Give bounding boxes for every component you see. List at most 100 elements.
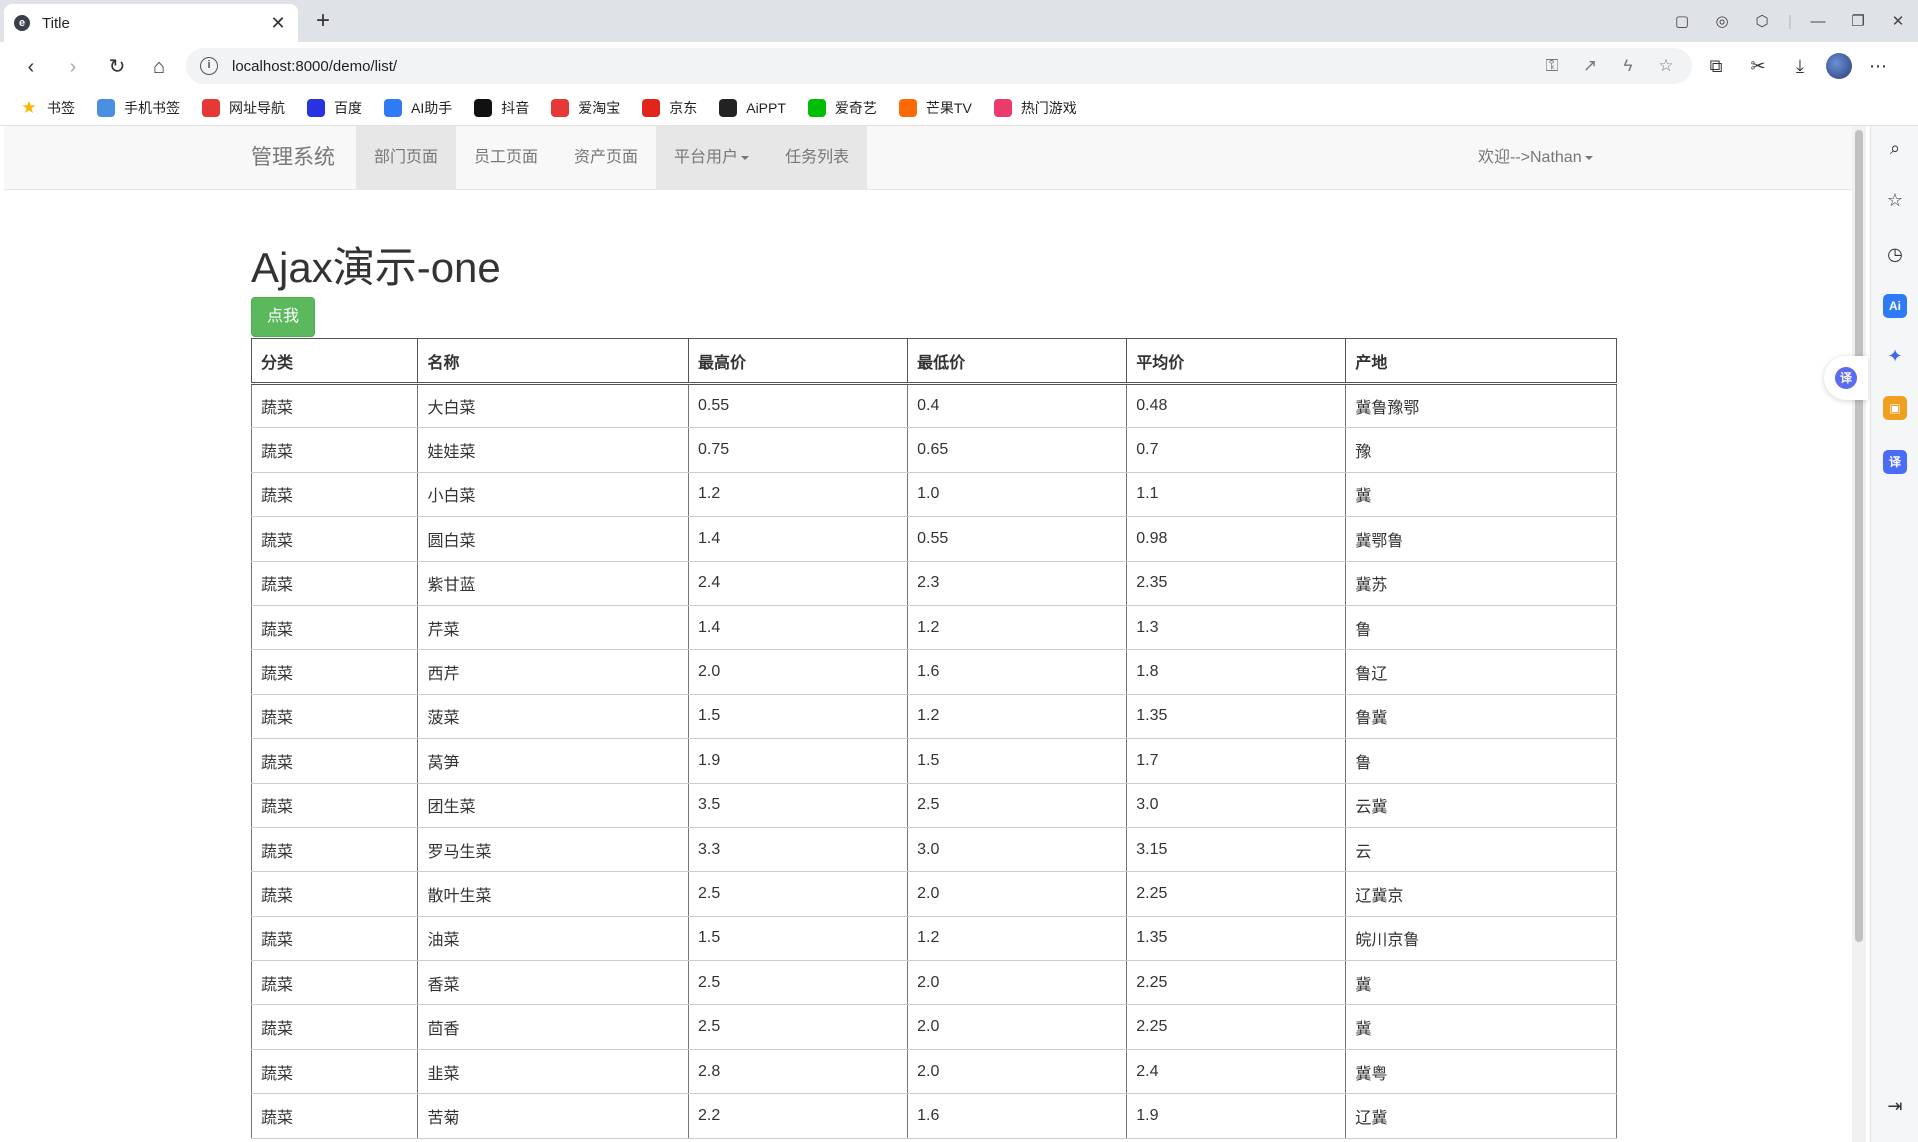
nav-tasks[interactable]: 任务列表: [767, 126, 868, 190]
window-controls: ▢ ◎ ⬡ | — ❐ ✕: [1662, 0, 1918, 42]
table-cell: 1.5: [688, 915, 909, 962]
lightning-icon[interactable]: ϟ: [1616, 56, 1640, 76]
page-viewport: 管理系统 部门页面 员工页面 资产页面 平台用户 任务列表 欢迎-->Natha…: [4, 126, 1852, 1142]
table-row: 蔬菜 油菜 1.5 1.2 1.35 皖川京鲁: [250, 915, 1617, 962]
table-cell: 2.5: [688, 871, 909, 917]
user-greeting: 欢迎-->Nathan: [1478, 149, 1582, 166]
table-row: 蔬菜 苦菊 2.2 1.6 1.9 辽冀: [250, 1093, 1617, 1139]
table-cell: 蔬菜: [250, 871, 419, 917]
history-icon[interactable]: ◷: [1883, 242, 1907, 266]
table-cell: 菠菜: [417, 693, 690, 740]
user-menu[interactable]: 欢迎-->Nathan: [1478, 126, 1593, 190]
table-cell: 蔬菜: [250, 382, 419, 429]
screenshot-icon[interactable]: ✂: [1742, 50, 1774, 82]
bookmark-item[interactable]: 热门游戏: [993, 98, 1077, 118]
bookmark-label: AiPPT: [746, 99, 786, 116]
close-window-button[interactable]: ✕: [1878, 12, 1918, 30]
minimize-button[interactable]: —: [1798, 13, 1838, 30]
table-cell: 蔬菜: [250, 738, 419, 784]
tab-actions-icon[interactable]: ▢: [1662, 12, 1702, 30]
tab-title: Title: [42, 14, 70, 32]
bookmark-label: 抖音: [501, 99, 530, 116]
bookmarks-bar: ★ 书签 手机书签 网址导航 百度 AI助手 抖音 爱淘宝 京东 AiPPT 爱奇艺 芒果TV 热门游戏: [0, 90, 1918, 126]
nav-departments[interactable]: 部门页面: [356, 126, 457, 190]
new-tab-button[interactable]: +: [310, 7, 336, 35]
baidu-icon: [307, 98, 325, 117]
bookmark-item[interactable]: 百度: [307, 98, 362, 118]
table-cell: 蔬菜: [250, 427, 419, 473]
bookmark-label: 爱奇艺: [834, 99, 877, 116]
close-tab-icon[interactable]: ✕: [268, 13, 288, 34]
bookmark-item[interactable]: AiPPT: [719, 98, 786, 117]
table-cell: 辽冀: [1345, 1093, 1617, 1139]
bookmark-item[interactable]: 芒果TV: [898, 98, 972, 118]
address-bar[interactable]: i localhost:8000/demo/list/ ⚿ ↗ ϟ ☆: [186, 48, 1692, 84]
table-cell: 1.4: [688, 516, 909, 562]
edge-logo-icon: e: [14, 15, 30, 31]
nav-assets[interactable]: 资产页面: [556, 126, 656, 190]
gamepad-icon[interactable]: ◎: [1702, 12, 1742, 30]
bookmark-item[interactable]: ★ 书签: [20, 98, 75, 118]
scroll-thumb[interactable]: [1855, 130, 1863, 942]
home-icon[interactable]: ⌂: [144, 52, 174, 82]
translate-icon: 译: [1835, 367, 1857, 389]
table-cell: 1.35: [1126, 915, 1347, 962]
table-cell: 1.2: [907, 604, 1128, 651]
table-cell: 1.7: [1126, 738, 1347, 784]
extension-icon[interactable]: ⬡: [1742, 12, 1782, 30]
url-text[interactable]: localhost:8000/demo/list/: [232, 58, 1540, 75]
click-me-button[interactable]: 点我: [251, 297, 315, 337]
bookmark-item[interactable]: 京东: [642, 98, 697, 118]
table-cell: 紫甘蓝: [417, 560, 690, 606]
floating-translate-button[interactable]: 译: [1824, 356, 1868, 400]
toolbox-icon[interactable]: ▣: [1883, 396, 1907, 420]
nav-platform-users-label: 平台用户: [674, 149, 739, 166]
back-icon[interactable]: ‹: [16, 52, 46, 82]
table-cell: 1.35: [1126, 693, 1347, 740]
search-icon[interactable]: ⌕: [1883, 136, 1907, 160]
column-header: 产地: [1345, 338, 1617, 385]
ai-icon: [384, 98, 402, 117]
extensions-icon[interactable]: ⧉: [1700, 50, 1732, 82]
nav-employees[interactable]: 员工页面: [456, 126, 556, 190]
browser-tab[interactable]: e Title ✕: [4, 4, 298, 42]
share-icon[interactable]: ↗: [1578, 56, 1602, 76]
ai-assistant-icon[interactable]: Ai: [1883, 294, 1907, 318]
collapse-panel-icon[interactable]: ⇥: [1883, 1094, 1907, 1118]
table-cell: 小白菜: [417, 471, 690, 518]
maximize-button[interactable]: ❐: [1838, 12, 1878, 30]
nav-icon: [202, 98, 220, 117]
site-info-icon[interactable]: i: [200, 57, 218, 75]
nav-platform-users[interactable]: 平台用户: [656, 126, 768, 190]
table-cell: 冀粤: [1345, 1048, 1617, 1095]
bookmark-item[interactable]: 爱奇艺: [807, 98, 877, 118]
brand-logo[interactable]: 管理系统: [251, 126, 335, 190]
translate-side-icon[interactable]: 译: [1883, 450, 1907, 474]
download-icon[interactable]: ⤓: [1784, 50, 1816, 82]
profile-avatar[interactable]: [1826, 53, 1852, 79]
reload-icon[interactable]: ↻: [102, 52, 132, 82]
favorites-icon[interactable]: ☆: [1883, 188, 1907, 212]
bookmark-label: AI助手: [411, 99, 453, 116]
bookmark-item[interactable]: 爱淘宝: [551, 98, 620, 118]
table-cell: 2.25: [1126, 871, 1347, 917]
page-scrollbar[interactable]: [1852, 126, 1866, 1142]
game-controller-icon[interactable]: ✦: [1883, 344, 1907, 368]
bookmark-item[interactable]: 手机书签: [97, 98, 180, 118]
bookmark-item[interactable]: 网址导航: [202, 98, 285, 118]
table-cell: 蔬菜: [250, 560, 419, 606]
forward-icon[interactable]: ›: [58, 52, 88, 82]
table-cell: 0.48: [1126, 382, 1347, 429]
bookmark-label: 手机书签: [124, 99, 180, 116]
favorite-star-icon[interactable]: ☆: [1654, 56, 1678, 76]
key-icon[interactable]: ⚿: [1540, 56, 1564, 76]
table-cell: 蔬菜: [250, 960, 419, 1006]
bookmark-item[interactable]: 抖音: [474, 98, 529, 118]
star-icon: ★: [21, 97, 37, 117]
bookmark-item[interactable]: AI助手: [384, 98, 452, 118]
table-cell: 2.0: [688, 649, 909, 695]
table-cell: 3.15: [1126, 826, 1347, 873]
table-cell: 大白菜: [417, 382, 690, 429]
more-menu-icon[interactable]: ⋯: [1862, 50, 1894, 82]
iqiyi-icon: [807, 98, 826, 117]
